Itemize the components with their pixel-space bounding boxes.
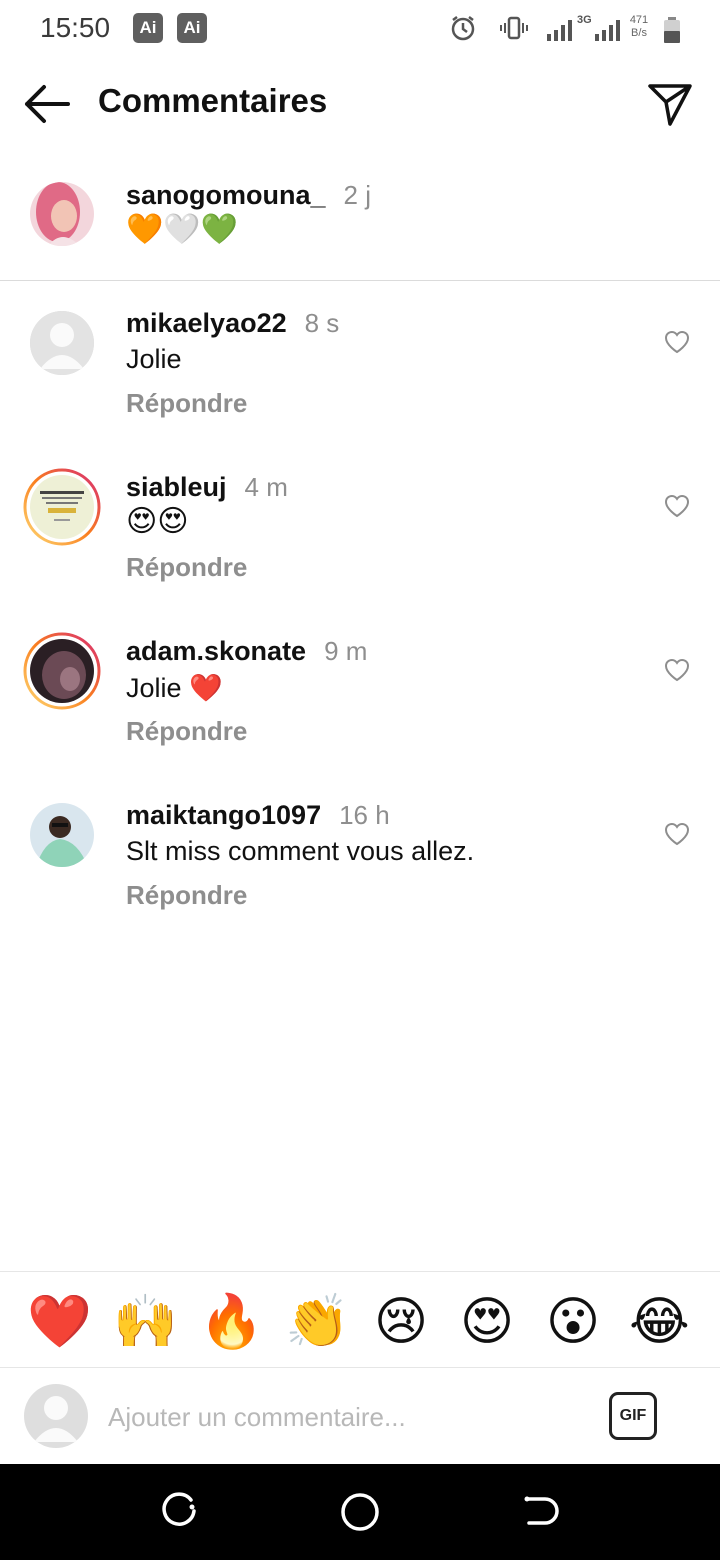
reaction-heart-emoji[interactable]: ❤️: [27, 1292, 92, 1352]
profile-photo: [30, 639, 94, 703]
default-avatar-icon: [24, 1384, 88, 1448]
caption-text: 🧡🤍💚: [126, 213, 239, 246]
paper-plane-icon[interactable]: [646, 80, 694, 128]
timestamp: 8 s: [304, 308, 340, 338]
profile-photo: [30, 475, 94, 539]
header: Commentaires: [0, 64, 720, 144]
username[interactable]: sanogomouna_: [126, 180, 326, 210]
quick-reaction-bar: ❤️ 🙌 🔥 👏 😢 😍 😮 😂: [0, 1271, 720, 1368]
recent-apps-icon[interactable]: [161, 1492, 199, 1530]
username[interactable]: mikaelyao22: [126, 308, 287, 338]
reaction-heart-eyes-emoji[interactable]: 😍: [457, 1292, 517, 1352]
reaction-fire-emoji[interactable]: 🔥: [199, 1292, 264, 1352]
reaction-crying-emoji[interactable]: 😢: [371, 1292, 431, 1352]
avatar[interactable]: [30, 475, 94, 539]
comment-text: Jolie ❤️: [126, 673, 223, 703]
status-time: 15:50: [40, 12, 111, 43]
comment-item: adam.skonate 9 m Jolie ❤️ Répondre: [0, 620, 720, 780]
avatar[interactable]: [30, 182, 94, 246]
comment-item: siableuj 4 m 😍😍 Répondre: [0, 456, 720, 616]
network-speed-value: 471: [629, 14, 649, 26]
comment-text: 😍😍: [126, 505, 189, 538]
comment-item: mikaelyao22 8 s Jolie Répondre: [0, 292, 720, 452]
post-caption: sanogomouna_ 2 j 🧡🤍💚: [0, 164, 720, 281]
comment-input[interactable]: [108, 1395, 588, 1439]
caption-header: sanogomouna_ 2 j: [126, 180, 371, 211]
comment-composer: GIF: [0, 1369, 720, 1464]
ai-notification-badge: Ai: [133, 13, 163, 43]
reaction-surprised-emoji[interactable]: 😮: [543, 1292, 603, 1352]
default-avatar-icon: [30, 311, 94, 375]
reply-button[interactable]: Répondre: [126, 880, 247, 911]
heart-icon[interactable]: [664, 658, 690, 682]
battery-icon: [664, 17, 680, 43]
timestamp: 9 m: [324, 636, 368, 666]
comment-header: maiktango1097 16 h: [126, 800, 390, 831]
reaction-raised-hands-emoji[interactable]: 🙌: [113, 1292, 178, 1352]
signal-icon: [595, 20, 620, 41]
heart-icon[interactable]: [664, 330, 690, 354]
arrow-left-icon[interactable]: [22, 82, 72, 126]
comment-header: siableuj 4 m: [126, 472, 288, 503]
reply-button[interactable]: Répondre: [126, 388, 247, 419]
timestamp: 16 h: [339, 800, 390, 830]
network-speed: 471 B/s: [625, 14, 653, 40]
network-speed-unit: B/s: [631, 27, 647, 39]
alarm-icon: [451, 16, 475, 41]
network-type: 3G: [577, 14, 592, 26]
reply-button[interactable]: Répondre: [126, 552, 247, 583]
reaction-clap-emoji[interactable]: 👏: [285, 1292, 350, 1352]
status-bar: 15:50 Ai Ai 3G 471 B/s: [0, 0, 720, 58]
heart-icon[interactable]: [664, 822, 690, 846]
avatar: [24, 1384, 88, 1448]
avatar[interactable]: [30, 311, 94, 375]
profile-photo: [30, 182, 94, 246]
username[interactable]: adam.skonate: [126, 636, 306, 666]
comment-item: maiktango1097 16 h Slt miss comment vous …: [0, 784, 720, 944]
profile-photo: [30, 803, 94, 867]
vibrate-icon: [500, 16, 528, 40]
avatar[interactable]: [30, 639, 94, 703]
system-nav-bar: [0, 1464, 720, 1560]
timestamp: 4 m: [244, 472, 288, 502]
comment-header: adam.skonate 9 m: [126, 636, 367, 667]
comment-text: Slt miss comment vous allez.: [126, 836, 475, 866]
heart-icon[interactable]: [664, 494, 690, 518]
back-nav-icon[interactable]: [521, 1492, 559, 1530]
comment-header: mikaelyao22 8 s: [126, 308, 339, 339]
reply-button[interactable]: Répondre: [126, 716, 247, 747]
username[interactable]: siableuj: [126, 472, 227, 502]
gif-button[interactable]: GIF: [609, 1392, 657, 1440]
comment-text: Jolie: [126, 344, 182, 374]
username[interactable]: maiktango1097: [126, 800, 321, 830]
page-title: Commentaires: [98, 82, 328, 119]
ai-notification-badge: Ai: [177, 13, 207, 43]
reaction-laughing-emoji[interactable]: 😂: [629, 1292, 690, 1352]
home-icon[interactable]: [340, 1492, 380, 1532]
signal-icon: [547, 20, 572, 41]
timestamp: 2 j: [343, 180, 371, 210]
avatar[interactable]: [30, 803, 94, 867]
